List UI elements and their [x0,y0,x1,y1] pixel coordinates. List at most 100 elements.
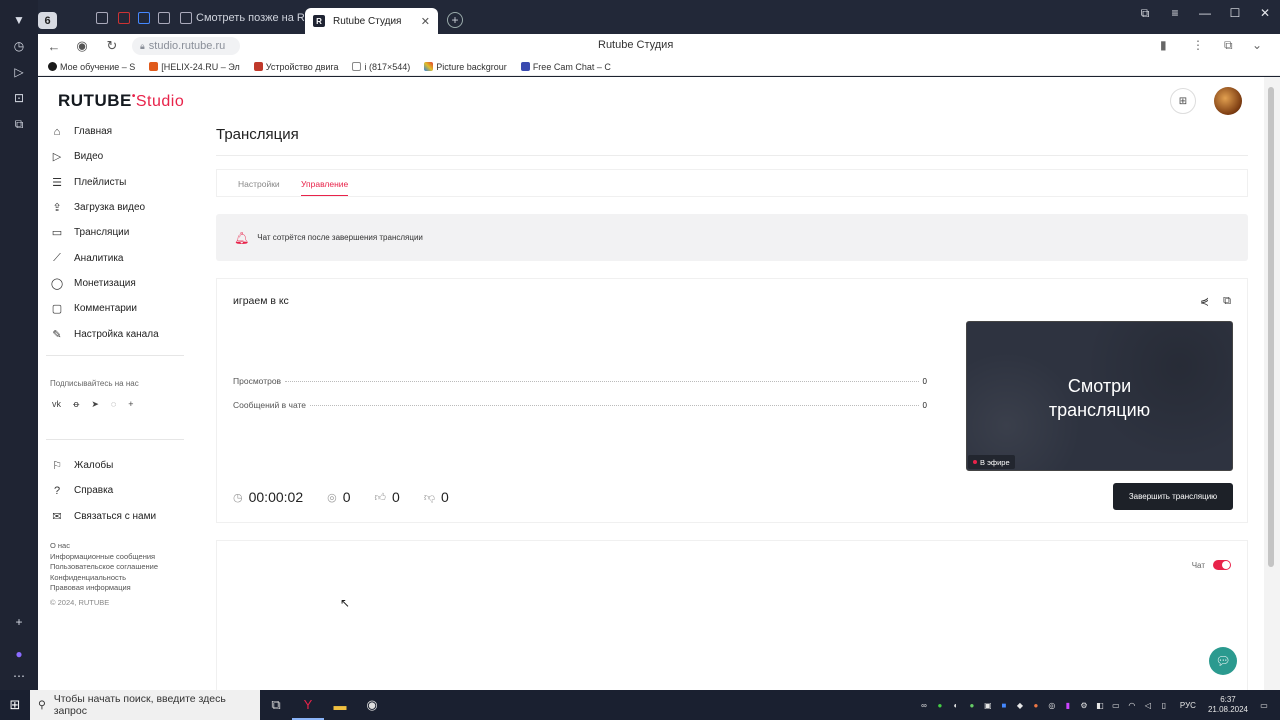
tray-app-icon[interactable]: ◧ [1094,699,1106,711]
tray-app-icon[interactable]: ■ [998,699,1010,711]
sidebar-item-analytics[interactable]: ⟋ Аналитика [38,245,183,270]
sidebar-item-comments[interactable]: ▢ Комментарии [38,296,183,321]
tab-settings[interactable]: Настройки [238,179,280,189]
collections-icon[interactable]: ⧉ [1130,0,1160,26]
footer-link-privacy[interactable]: Конфиденциальность [50,573,158,584]
bookmark-item[interactable]: Free Cam Chat – C [520,62,611,72]
bookmark-icon[interactable]: ▮ [1160,38,1167,52]
bookmark-item[interactable]: Мое обучение – S [48,62,135,72]
page-scrollbar[interactable] [1264,77,1280,690]
tray-app-icon[interactable]: ▣ [982,699,994,711]
sidebar-item-channel-settings[interactable]: ✎ Настройка канала [38,321,183,346]
bookmark-item[interactable]: i (817×544) [352,62,410,72]
close-icon[interactable]: ✕ [421,15,430,28]
new-tab-button[interactable]: + [447,12,463,28]
tray-app-icon[interactable]: ● [934,699,946,711]
network-icon[interactable]: ▭ [1110,699,1122,711]
sidebar-item-broadcasts[interactable]: ▭ Трансляции [38,220,183,245]
alice-icon[interactable]: ● [11,646,27,662]
more-icon[interactable]: ⋮ [1192,38,1204,52]
avatar[interactable] [1214,87,1242,115]
task-view-icon[interactable]: ⧉ [260,690,292,720]
url-field[interactable]: 🔒︎ studio.rutube.ru [132,37,240,55]
support-chat-button[interactable]: 💬︎ [1209,647,1237,675]
pinned-tab[interactable] [158,9,170,27]
playlist-icon: ☰ [52,176,62,189]
external-link-icon[interactable]: ⧉ [1223,295,1231,308]
downloads-icon[interactable]: ⧉ [1224,38,1233,53]
tray-app-icon[interactable]: ◎ [1046,699,1058,711]
add-panel-icon[interactable]: + [11,614,27,630]
volume-icon[interactable]: ◁ [1142,699,1154,711]
sidebar-item-help[interactable]: ? Справка [38,478,183,503]
search-placeholder: Чтобы начать поиск, введите здесь запрос [53,693,226,717]
protect-icon[interactable]: ◉ [74,38,90,54]
sidebar-item-label: Загрузка видео [74,202,146,214]
chevron-down-icon[interactable]: ⌄ [1252,38,1262,52]
vk-icon[interactable]: vk [52,399,61,410]
bookmark-item[interactable]: Устройство двига [253,62,338,72]
obs-icon[interactable]: ◉ [356,690,388,720]
tray-app-icon[interactable]: ⚙ [1078,699,1090,711]
footer-link-legal[interactable]: Правовая информация [50,583,158,594]
pinned-tab[interactable] [138,9,150,27]
tray-app-icon[interactable]: ∞ [918,699,930,711]
bookmark-item[interactable]: Picture backgrour [424,62,507,72]
minimize-button[interactable]: — [1190,0,1220,26]
battery-icon[interactable]: ▯ [1158,699,1170,711]
tray-app-icon[interactable]: ▮ [1062,699,1074,711]
sidebar-item-contact[interactable]: ✉ Связаться с нами [38,504,183,529]
notifications-icon[interactable]: ▭ [1258,699,1270,711]
scroll-thumb[interactable] [1268,87,1274,567]
sidebar-item-home[interactable]: ⌂ Главная [38,119,183,144]
stream-preview[interactable]: Смотри трансляцию В эфире [966,321,1233,471]
tray-app-icon[interactable]: ◐ [950,699,962,711]
search-icon: ⚲ [38,699,46,711]
yandex-menu-icon[interactable]: ▼ [11,12,27,28]
file-explorer-icon[interactable]: ▬ [324,690,356,720]
language-indicator[interactable]: РУС [1180,701,1196,710]
tabs-icon[interactable]: ⊡ [11,90,27,106]
bookmark-item[interactable]: [HELIX-24.RU – Эл [149,62,240,72]
taskbar-clock[interactable]: 6:37 21.08.2024 [1208,695,1248,715]
sidebar-item-monetization[interactable]: ◯ Монетизация [38,271,183,296]
maximize-button[interactable]: ☐ [1220,0,1250,26]
screenshot-icon[interactable]: ⧉ [11,116,27,132]
sidebar-item-complaints[interactable]: ⚐ Жалобы [38,453,183,478]
tray-app-icon[interactable]: ● [966,699,978,711]
pinned-tab[interactable] [118,9,130,27]
telegram-icon[interactable]: ➤ [91,399,99,410]
footer-link-info[interactable]: Информационные сообщения [50,552,158,563]
mail-icon: ✉ [52,510,62,523]
footer-link-terms[interactable]: Пользовательское соглашение [50,562,158,573]
close-window-button[interactable]: ✕ [1250,0,1280,26]
viber-icon[interactable]: ◌ [111,399,116,410]
tab-counter[interactable]: 6 [38,12,57,29]
ok-icon[interactable]: ꝋ [73,399,79,410]
tab-management[interactable]: Управление [301,179,349,196]
tray-app-icon[interactable]: ◆ [1014,699,1026,711]
sidebar-item-upload[interactable]: ⇪ Загрузка видео [38,195,183,220]
play-icon[interactable]: ▷ [11,64,27,80]
back-icon[interactable]: ← [46,38,62,54]
more-social-icon[interactable]: + [128,399,133,410]
footer-link-about[interactable]: О нас [50,541,158,552]
share-icon[interactable]: ⋞ [1200,295,1209,308]
sidebar-item-playlists[interactable]: ☰ Плейлисты [38,170,183,195]
history-icon[interactable]: ◷ [11,38,27,54]
sidebar-item-video[interactable]: ▷ Видео [38,144,183,169]
rutube-studio-logo[interactable]: RUTUBE•Studio [58,91,184,111]
end-stream-button[interactable]: Завершить трансляцию [1113,483,1233,510]
add-content-button[interactable]: ⊞ [1170,88,1196,114]
tab-rutube-studio[interactable]: R Rutube Студия ✕ [305,8,438,34]
pinned-tab[interactable] [96,9,108,27]
more-icon[interactable]: ⋯ [11,668,27,684]
taskbar-search[interactable]: ⚲ Чтобы начать поиск, введите здесь запр… [30,690,260,720]
chat-toggle[interactable] [1213,560,1231,570]
tray-app-icon[interactable]: ● [1030,699,1042,711]
menu-icon[interactable]: ≡ [1160,0,1190,26]
reload-icon[interactable]: ↻ [104,38,120,54]
windows-start-icon[interactable]: ⊞ [0,690,30,720]
wifi-icon[interactable]: ◠ [1126,699,1138,711]
yandex-browser-icon[interactable]: Y [292,690,324,720]
